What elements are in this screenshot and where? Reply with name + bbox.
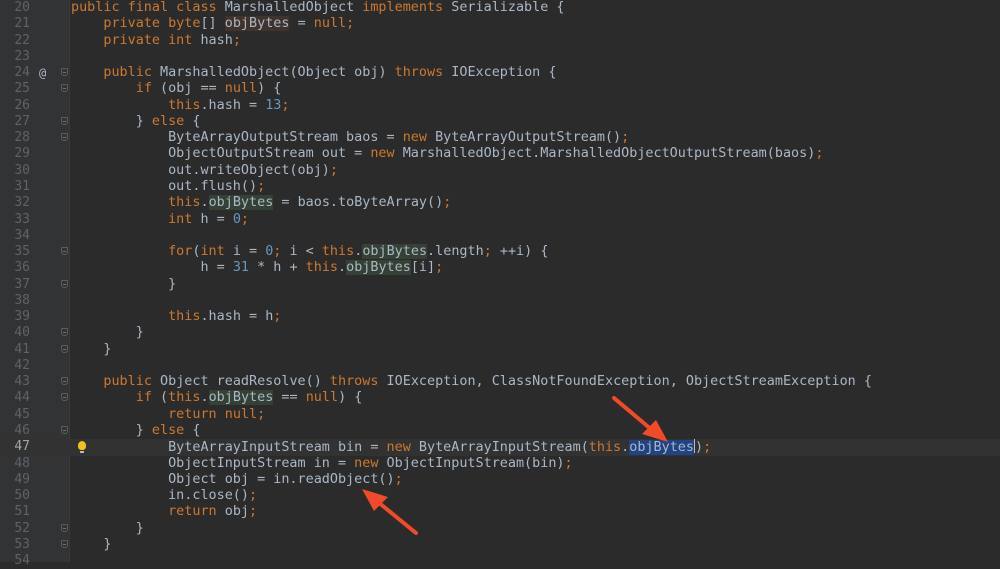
annotation-arrows — [362, 396, 668, 535]
arrow-to-readobject — [362, 489, 418, 535]
arrow-to-objbytes — [612, 396, 668, 442]
